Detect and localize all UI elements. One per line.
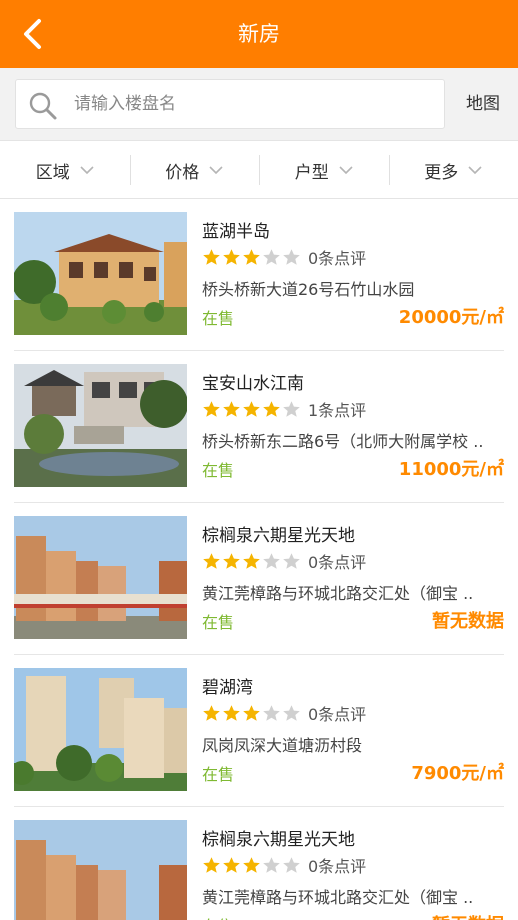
star-empty-icon — [283, 248, 300, 265]
review-count: 0条点评 — [308, 249, 367, 268]
villa-photo — [14, 212, 187, 335]
map-button[interactable]: 地图 — [450, 79, 516, 129]
filter-more[interactable]: 更多 — [388, 141, 518, 199]
filter-bar: 区域 价格 户型 更多 — [0, 141, 518, 199]
listing-name: 蓝湖半岛 — [202, 222, 270, 242]
listing-address: 桥头桥新大道26号石竹山水园 — [202, 280, 415, 299]
listing-price: 20000元/㎡ — [398, 307, 504, 328]
review-count: 0条点评 — [308, 857, 367, 876]
filter-layout[interactable]: 户型 — [259, 141, 389, 199]
star-empty-icon — [263, 248, 280, 265]
sale-status: 在售 — [202, 461, 235, 480]
star-empty-icon — [283, 856, 300, 873]
star-empty-icon — [283, 704, 300, 721]
listing-price: 7900元/㎡ — [411, 763, 504, 784]
review-count: 1条点评 — [308, 401, 367, 420]
star-filled-icon — [223, 400, 240, 417]
star-filled-icon — [223, 552, 240, 569]
star-filled-icon — [203, 400, 220, 417]
star-filled-icon — [223, 704, 240, 721]
listing-price: 暂无数据 — [432, 911, 504, 920]
chevron-down-icon — [339, 166, 353, 175]
back-button[interactable] — [12, 14, 52, 54]
listing-address: 黄江莞樟路与环城北路交汇处（御宝 .. — [202, 584, 474, 603]
star-filled-icon — [243, 248, 260, 265]
chevron-left-icon — [24, 19, 41, 49]
star-rating: 1条点评 — [202, 399, 367, 420]
star-filled-icon — [243, 704, 260, 721]
star-empty-icon — [283, 400, 300, 417]
listing-item[interactable]: 碧湖湾 0条点评 凤岗凤深大道塘沥村段 在售 7900元/㎡ — [0, 655, 518, 807]
listing-name: 棕榈泉六期星光天地 — [202, 526, 355, 546]
listing-price: 暂无数据 — [432, 611, 504, 632]
star-filled-icon — [223, 856, 240, 873]
chevron-down-icon — [209, 166, 223, 175]
star-filled-icon — [203, 552, 220, 569]
commercial-complex-photo — [14, 516, 187, 639]
star-rating: 0条点评 — [202, 855, 367, 876]
star-filled-icon — [243, 856, 260, 873]
listing-address: 黄江莞樟路与环城北路交汇处（御宝 .. — [202, 888, 474, 907]
listing-name: 碧湖湾 — [202, 678, 253, 698]
star-filled-icon — [243, 400, 260, 417]
app-header: 新房 — [0, 0, 518, 68]
review-count: 0条点评 — [308, 705, 367, 724]
star-filled-icon — [203, 704, 220, 721]
listing-address: 凤岗凤深大道塘沥村段 — [202, 736, 363, 755]
filter-price[interactable]: 价格 — [129, 141, 260, 199]
listing-list: 蓝湖半岛 0条点评 桥头桥新大道26号石竹山水园 在售 20000元/㎡ 宝安山… — [0, 199, 518, 920]
sale-status: 在售 — [202, 765, 235, 784]
star-rating: 0条点评 — [202, 703, 367, 724]
star-filled-icon — [203, 248, 220, 265]
listing-item[interactable]: 宝安山水江南 1条点评 桥头桥新东二路6号（北师大附属学校 .. 在售 1100… — [0, 351, 518, 503]
star-filled-icon — [243, 552, 260, 569]
listing-item[interactable]: 棕榈泉六期星光天地 0条点评 黄江莞樟路与环城北路交汇处（御宝 .. 在售 暂无… — [0, 807, 518, 920]
review-count: 0条点评 — [308, 553, 367, 572]
star-empty-icon — [263, 856, 280, 873]
chevron-down-icon — [80, 166, 94, 175]
filter-label: 价格 — [165, 162, 200, 183]
sale-status: 在售 — [202, 913, 234, 920]
sale-status: 在售 — [202, 613, 235, 632]
star-empty-icon — [263, 704, 280, 721]
garden-pavilion-photo — [14, 364, 187, 487]
commercial-complex-photo — [14, 820, 187, 920]
listing-item[interactable]: 蓝湖半岛 0条点评 桥头桥新大道26号石竹山水园 在售 20000元/㎡ — [0, 199, 518, 351]
star-empty-icon — [283, 552, 300, 569]
listing-name: 棕榈泉六期星光天地 — [202, 830, 355, 850]
page-title: 新房 — [238, 22, 280, 46]
filter-label: 区域 — [35, 162, 70, 183]
star-rating: 0条点评 — [202, 247, 367, 268]
star-empty-icon — [263, 552, 280, 569]
filter-label: 更多 — [424, 162, 459, 183]
filter-label: 户型 — [294, 162, 329, 183]
apartment-towers-photo — [14, 668, 187, 791]
chevron-down-icon — [468, 166, 482, 175]
listing-item[interactable]: 棕榈泉六期星光天地 0条点评 黄江莞樟路与环城北路交汇处（御宝 .. 在售 暂无… — [0, 503, 518, 655]
listing-name: 宝安山水江南 — [202, 374, 304, 394]
filter-area[interactable]: 区域 — [0, 141, 130, 199]
listing-address: 桥头桥新东二路6号（北师大附属学校 .. — [202, 432, 484, 451]
search-box[interactable] — [15, 79, 445, 129]
search-bar: 地图 — [0, 68, 518, 141]
star-filled-icon — [203, 856, 220, 873]
search-icon — [29, 92, 57, 120]
star-filled-icon — [263, 400, 280, 417]
star-filled-icon — [223, 248, 240, 265]
search-input[interactable] — [74, 80, 434, 128]
listing-price: 11000元/㎡ — [398, 459, 504, 480]
sale-status: 在售 — [202, 309, 235, 328]
star-rating: 0条点评 — [202, 551, 367, 572]
